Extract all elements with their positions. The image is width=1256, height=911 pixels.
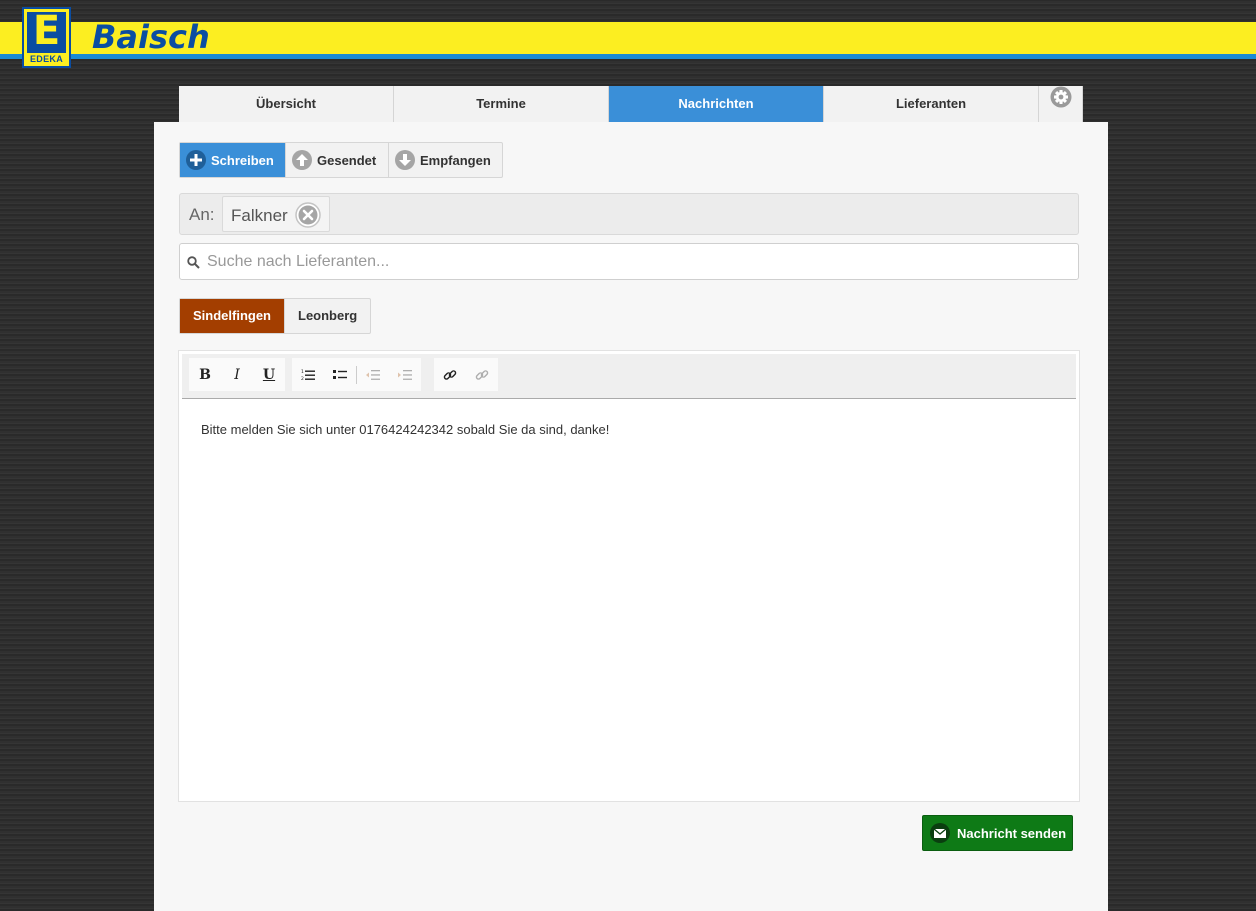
recipient-chip-name: Falkner xyxy=(231,206,288,225)
received-button-label: Empfangen xyxy=(420,152,491,168)
outdent-icon[interactable] xyxy=(357,358,389,391)
supplier-search xyxy=(179,243,1079,280)
location-sindelfingen[interactable]: Sindelfingen xyxy=(180,299,285,333)
list-group: 1 2 xyxy=(292,358,421,391)
main-panel: Schreiben Gesendet Empfangen An: Falkner xyxy=(154,122,1108,911)
format-group: B I U xyxy=(189,358,285,391)
italic-button[interactable]: I xyxy=(221,358,253,391)
tab-lieferanten[interactable]: Lieferanten xyxy=(824,86,1039,122)
envelope-icon xyxy=(930,823,950,843)
write-button-label: Schreiben xyxy=(211,152,274,168)
logo-e-letter: E xyxy=(32,8,61,54)
message-editor: B I U 1 2 Bitte melden Sie sich unter 01… xyxy=(178,350,1080,802)
search-input[interactable] xyxy=(207,244,1067,279)
underline-button[interactable]: U xyxy=(253,358,285,391)
recipient-chip: Falkner xyxy=(222,196,330,232)
plus-icon xyxy=(186,150,206,170)
editor-toolbar: B I U 1 2 xyxy=(182,354,1076,399)
write-button[interactable]: Schreiben xyxy=(180,143,286,177)
brand-name: Baisch xyxy=(92,18,210,56)
location-leonberg[interactable]: Leonberg xyxy=(285,299,370,333)
bold-button[interactable]: B xyxy=(189,358,221,391)
received-button[interactable]: Empfangen xyxy=(389,143,502,177)
link-icon[interactable] xyxy=(434,358,466,391)
arrow-up-icon xyxy=(292,150,312,170)
bullet-list-icon[interactable] xyxy=(324,358,356,391)
location-group: Sindelfingen Leonberg xyxy=(179,298,372,334)
edeka-logo[interactable]: E EDEKA xyxy=(22,7,71,68)
recipient-label: An: xyxy=(189,205,215,224)
tab-nachrichten[interactable]: Nachrichten xyxy=(609,86,824,122)
send-message-button[interactable]: Nachricht senden xyxy=(922,815,1073,851)
message-mode-group: Schreiben Gesendet Empfangen xyxy=(179,142,503,178)
tab-uebersicht[interactable]: Übersicht xyxy=(179,86,394,122)
close-circle-icon[interactable] xyxy=(295,202,321,228)
logo-edeka-text: EDEKA xyxy=(29,54,63,64)
link-group xyxy=(434,358,498,391)
main-tabs: Übersicht Termine Nachrichten Lieferante… xyxy=(179,86,1083,122)
search-icon xyxy=(187,256,200,274)
sent-button-label: Gesendet xyxy=(317,152,377,168)
recipient-row: An: Falkner xyxy=(179,193,1079,235)
gear-icon xyxy=(1050,86,1072,122)
svg-text:2: 2 xyxy=(301,376,304,381)
unlink-icon[interactable] xyxy=(466,358,498,391)
ordered-list-icon[interactable]: 1 2 xyxy=(292,358,324,391)
arrow-down-icon xyxy=(395,150,415,170)
editor-content[interactable]: Bitte melden Sie sich unter 017642424234… xyxy=(201,421,1051,439)
sent-button[interactable]: Gesendet xyxy=(286,143,389,177)
tab-settings[interactable] xyxy=(1039,86,1083,122)
indent-icon[interactable] xyxy=(389,358,421,391)
send-message-label: Nachricht senden xyxy=(957,825,1067,841)
tab-termine[interactable]: Termine xyxy=(394,86,609,122)
svg-text:1: 1 xyxy=(301,369,304,375)
